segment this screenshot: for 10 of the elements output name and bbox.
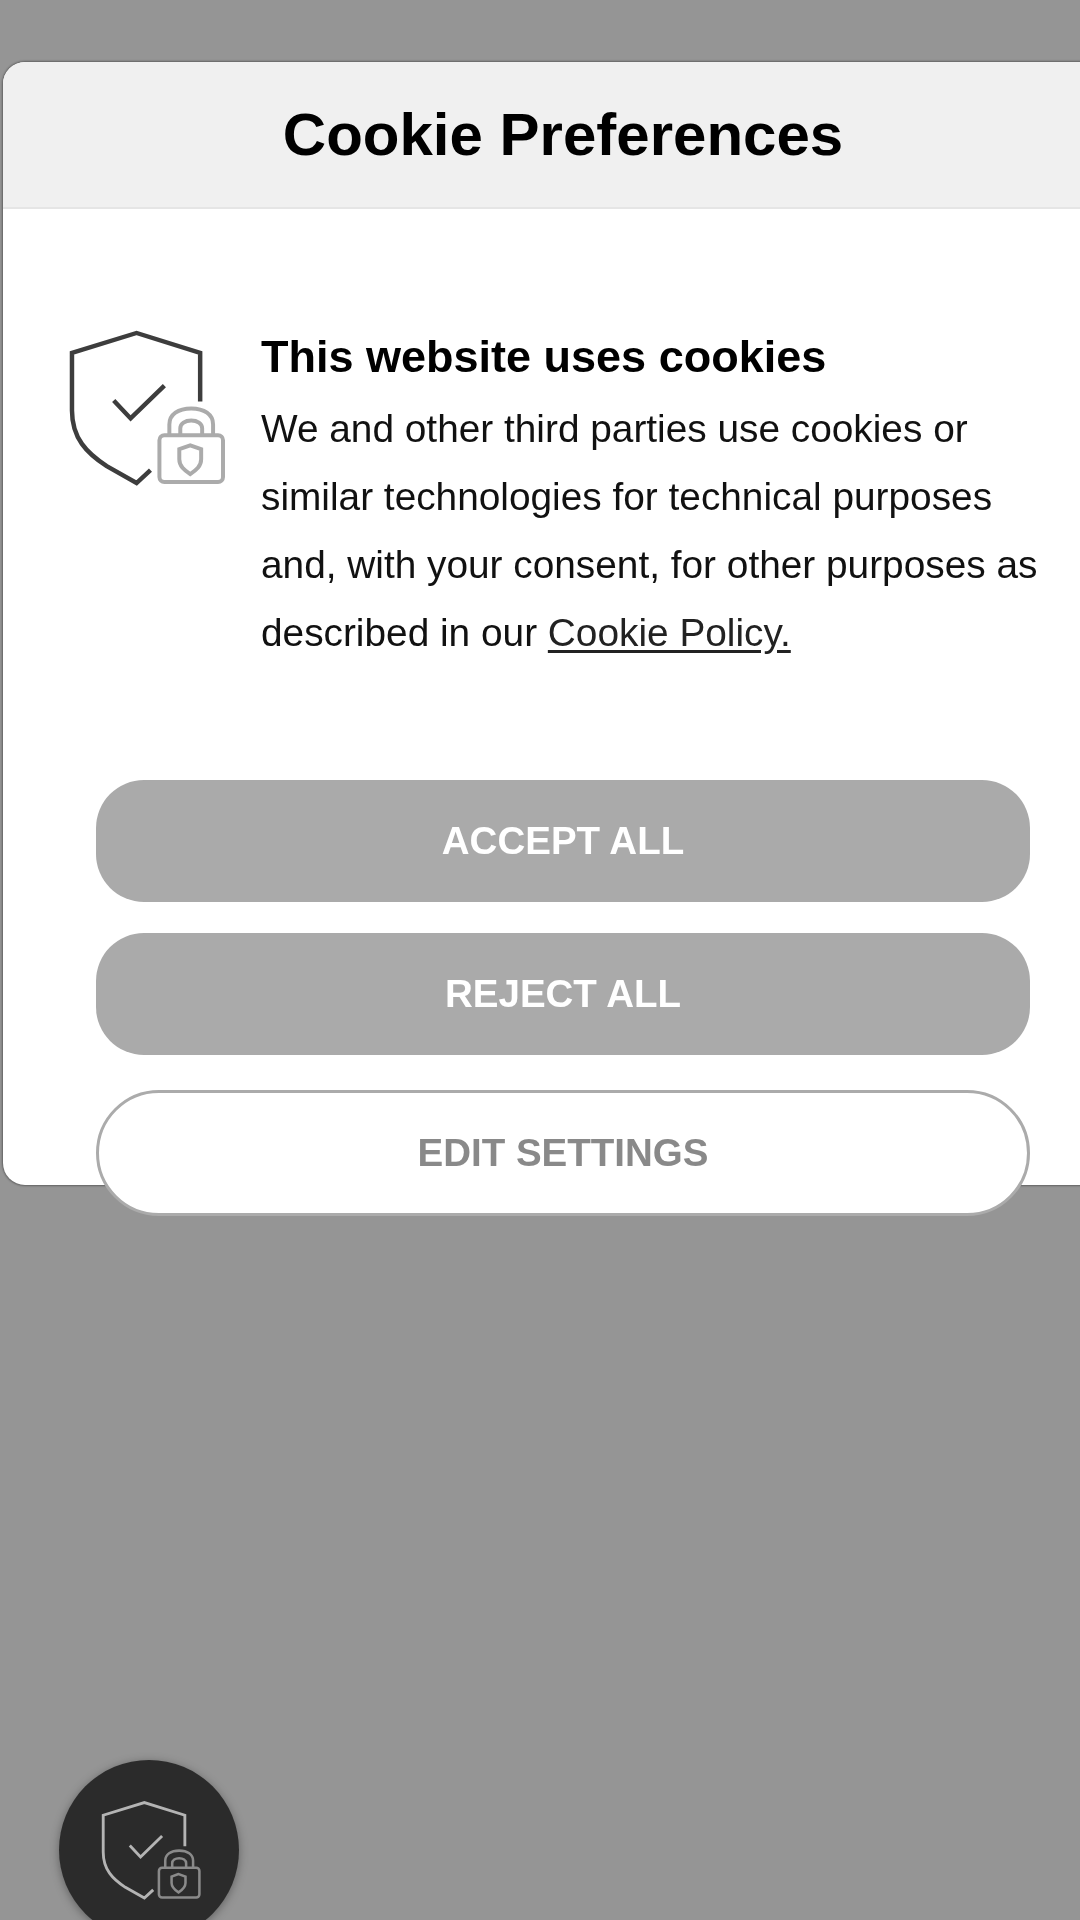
consent-button[interactable]: REJECT ALL (96, 933, 1030, 1055)
dialog-title: Cookie Preferences (282, 100, 844, 169)
consent-button[interactable]: ACCEPT ALL (96, 780, 1030, 902)
notice-heading: This website uses cookies (261, 331, 828, 383)
shield-lock-icon (100, 1800, 202, 1900)
shield-lock-icon (67, 329, 227, 486)
consent-button[interactable]: EDIT SETTINGS (96, 1090, 1030, 1216)
cookie-settings-button[interactable] (59, 1760, 239, 1920)
cookie-policy-link[interactable]: Cookie Policy. (547, 611, 791, 654)
notice-text: We and other third parties use cookies or similar technologies for technical purposes and, with your consent, for other purposes as described in our Cookie Policy. (261, 406, 1039, 656)
